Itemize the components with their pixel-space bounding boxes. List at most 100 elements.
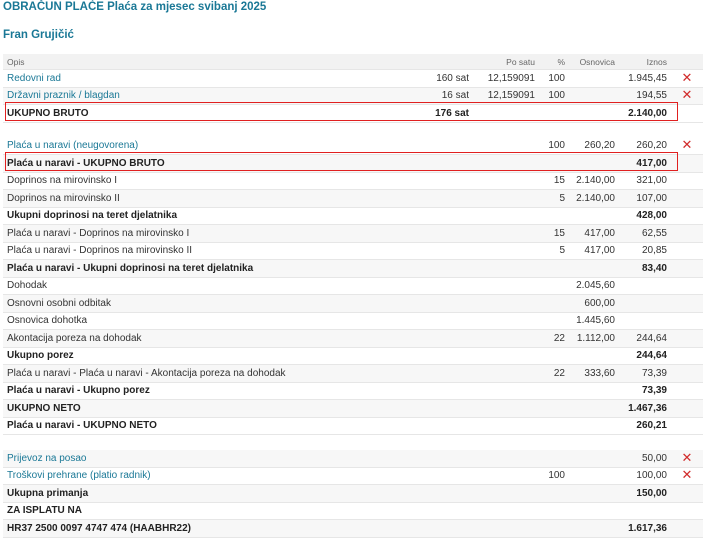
row-base <box>569 347 619 365</box>
row-base: 600,00 <box>569 294 619 313</box>
row-description[interactable]: Prijevoz na posao <box>3 450 401 468</box>
table-row: Plaća u naravi - Doprinos na mirovinsko … <box>3 224 703 243</box>
row-base <box>569 87 619 105</box>
row-percent <box>539 399 569 418</box>
row-actions <box>671 417 703 435</box>
row-description: Ukupna primanja <box>3 484 401 503</box>
row-rate <box>473 207 539 225</box>
row-hours <box>401 277 473 295</box>
row-actions <box>671 104 703 123</box>
row-rate <box>473 502 539 520</box>
row-description[interactable]: Troškovi prehrane (platio radnik) <box>3 467 401 485</box>
table-row: Plaća u naravi - UKUPNO BRUTO 417,00 <box>3 154 703 173</box>
row-actions: ✕ <box>671 87 703 105</box>
row-percent: 100 <box>539 87 569 105</box>
employee-name: Fran Grujičić <box>3 29 74 41</box>
row-actions <box>671 259 703 278</box>
row-amount: 1.945,45 <box>619 69 671 88</box>
close-icon[interactable]: ✕ <box>682 138 693 151</box>
row-description: Osnovni osobni odbitak <box>3 294 401 313</box>
row-percent: 15 <box>539 172 569 190</box>
row-rate <box>473 399 539 418</box>
row-percent <box>539 484 569 503</box>
row-actions <box>671 502 703 520</box>
row-rate <box>473 312 539 330</box>
row-description: Plaća u naravi - Ukupni doprinosi na ter… <box>3 259 401 278</box>
row-base: 1.112,00 <box>569 329 619 348</box>
row-rate <box>473 224 539 243</box>
spacer-cell <box>3 122 703 138</box>
row-description: HR37 2500 0097 4747 474 (HAABHR22) <box>3 519 401 538</box>
table-header-row: Opis Po satu % Osnovica Iznos <box>3 54 703 70</box>
table-row: Plaća u naravi (neugovorena) 100 260,20 260… <box>3 137 703 155</box>
row-base <box>569 450 619 468</box>
row-description[interactable]: Redovni rad <box>3 69 401 88</box>
row-actions <box>671 224 703 243</box>
close-icon[interactable]: ✕ <box>682 468 693 481</box>
row-hours <box>401 172 473 190</box>
row-rate <box>473 329 539 348</box>
row-hours <box>401 189 473 208</box>
row-hours: 160 sat <box>401 69 473 88</box>
table-row: Redovni rad 160 sat 12,159091 100 1.945,45 ✕ <box>3 69 703 88</box>
row-description: Plaća u naravi - Doprinos na mirovinsko … <box>3 224 401 243</box>
row-base <box>569 417 619 435</box>
row-rate <box>473 277 539 295</box>
row-actions <box>671 207 703 225</box>
table-row: Državni praznik / blagdan 16 sat 12,159091… <box>3 87 703 105</box>
row-actions <box>671 172 703 190</box>
row-percent: 22 <box>539 329 569 348</box>
row-base <box>569 207 619 225</box>
row-base <box>569 154 619 173</box>
table-row: Plaća u naravi - UKUPNO NETO 260,21 <box>3 417 703 435</box>
row-rate <box>473 172 539 190</box>
row-actions: ✕ <box>671 450 703 468</box>
row-percent: 100 <box>539 467 569 485</box>
table-row: Plaća u naravi - Ukupno porez 73,39 <box>3 382 703 400</box>
row-base: 417,00 <box>569 242 619 260</box>
row-description[interactable]: Državni praznik / blagdan <box>3 87 401 105</box>
close-icon[interactable]: ✕ <box>682 71 693 84</box>
row-hours <box>401 224 473 243</box>
table-row: Ukupno porez 244,64 <box>3 347 703 365</box>
table-row: Plaća u naravi - Ukupni doprinosi na ter… <box>3 259 703 278</box>
table-row: Doprinos na mirovinsko II 5 2.140,00 107,00 <box>3 189 703 208</box>
row-description: Plaća u naravi - UKUPNO BRUTO <box>3 154 401 173</box>
row-hours <box>401 329 473 348</box>
row-description: Akontacija poreza na dohodak <box>3 329 401 348</box>
row-hours <box>401 364 473 383</box>
row-base <box>569 467 619 485</box>
close-icon[interactable]: ✕ <box>682 451 693 464</box>
row-hours <box>401 294 473 313</box>
spacer-row <box>3 434 703 450</box>
row-hours: 176 sat <box>401 104 473 123</box>
row-rate <box>473 519 539 538</box>
row-amount: 417,00 <box>619 154 671 173</box>
row-amount: 1.467,36 <box>619 399 671 418</box>
row-description: Plaća u naravi - Ukupno porez <box>3 382 401 400</box>
row-amount: 244,64 <box>619 329 671 348</box>
row-base: 2.140,00 <box>569 172 619 190</box>
row-hours <box>401 259 473 278</box>
row-percent <box>539 450 569 468</box>
row-base: 260,20 <box>569 137 619 155</box>
row-rate <box>473 137 539 155</box>
row-hours <box>401 467 473 485</box>
row-actions <box>671 189 703 208</box>
row-description[interactable]: Plaća u naravi (neugovorena) <box>3 137 401 155</box>
row-actions <box>671 399 703 418</box>
row-amount: 260,20 <box>619 137 671 155</box>
close-icon[interactable]: ✕ <box>682 88 693 101</box>
row-amount: 194,55 <box>619 87 671 105</box>
row-description: Ukupno porez <box>3 347 401 365</box>
row-amount <box>619 312 671 330</box>
row-hours <box>401 417 473 435</box>
column-header-pct: % <box>539 54 569 70</box>
row-amount: 50,00 <box>619 450 671 468</box>
row-description: Doprinos na mirovinsko I <box>3 172 401 190</box>
column-header-rate: Po satu <box>473 54 539 70</box>
row-percent <box>539 312 569 330</box>
row-hours: 16 sat <box>401 87 473 105</box>
row-percent <box>539 294 569 313</box>
row-rate <box>473 364 539 383</box>
